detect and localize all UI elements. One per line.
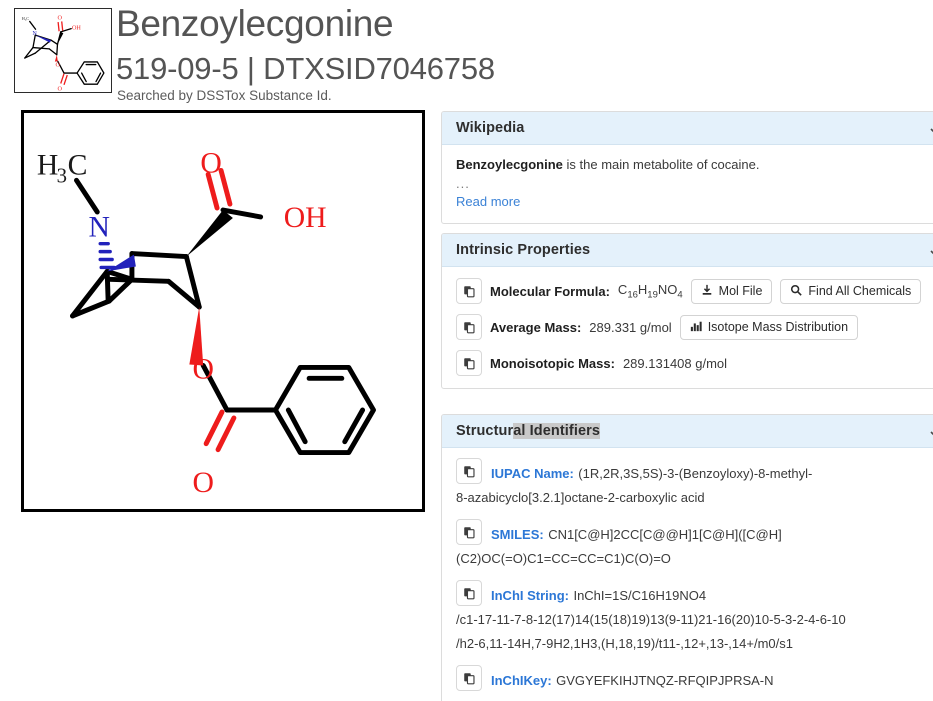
find-all-chemicals-label: Find All Chemicals <box>808 284 912 298</box>
inchi-first-line: InChI String: InChI=1S/C16H19NO4 <box>456 580 933 608</box>
inchi-value-line1: InChI=1S/C16H19NO4 <box>573 588 707 603</box>
copy-icon[interactable] <box>456 665 482 691</box>
structure-thumbnail[interactable]: O OH O O N H₃C <box>14 8 112 93</box>
svg-text:N: N <box>32 30 37 37</box>
property-row-molecular-formula: Molecular Formula: C16H19NO4 Mol File Fi… <box>456 276 933 306</box>
copy-icon[interactable] <box>456 314 482 340</box>
inchi-value-line3: /h2-6,11-14H,7-9H2,1H3,(H,18,19)/t11-,12… <box>456 636 793 651</box>
smiles-value-line1: CN1[C@H]2CC[C@@H]1[C@H]([C@H] <box>548 527 782 542</box>
panel-intrinsic-properties: Intrinsic Properties Molecular Formula: … <box>441 233 933 389</box>
mol-file-button[interactable]: Mol File <box>690 278 773 304</box>
find-all-chemicals-button[interactable]: Find All Chemicals <box>780 278 922 304</box>
label-nitrogen: N <box>89 212 110 244</box>
iupac-first-line: IUPAC Name: (1R,2R,3S,5S)-3-(Benzoyloxy)… <box>456 458 933 486</box>
thumbnail-structure-svg: O OH O O N H₃C <box>22 14 105 93</box>
svg-text:H₃C: H₃C <box>22 16 30 21</box>
label-ester-oxygen: O <box>192 353 213 385</box>
label-methyl-sub: 3 <box>57 164 67 187</box>
inchikey-first-line: InChIKey: GVGYEFKIHJTNQZ-RFQIPJPRSA-N <box>456 665 933 693</box>
value-average-mass: 289.331 g/mol <box>589 319 672 335</box>
iupac-value-line2: 8-azabicyclo[3.2.1]octane-2-carboxylic a… <box>456 490 705 505</box>
label-ketone-oxygen: O <box>192 467 213 499</box>
label-molecular-formula: Molecular Formula: <box>490 283 610 299</box>
bar-chart-icon <box>690 320 702 335</box>
wikipedia-summary-text: is the main metabolite of cocaine. <box>562 157 760 172</box>
chemical-detail-page: O OH O O N H₃C Benzoylecgonine 519-09-5 … <box>0 0 933 701</box>
mol-file-label: Mol File <box>718 284 763 298</box>
copy-icon[interactable] <box>456 580 482 606</box>
search-icon <box>790 284 803 299</box>
inchikey-value: GVGYEFKIHJTNQZ-RFQIPJPRSA-N <box>556 673 774 688</box>
panel-intrinsic-title: Intrinsic Properties <box>456 242 591 258</box>
panel-structural-header[interactable]: Structural Identifiers <box>442 415 933 448</box>
page-identifiers: 519-09-5 | DTXSID7046758 <box>116 51 495 86</box>
inchi-text: InChI String: InChI=1S/C16H19NO4 <box>491 580 706 608</box>
panel-wikipedia-body: Benzoylecgonine is the main metabolite o… <box>442 145 933 223</box>
download-icon <box>701 284 713 299</box>
label-hydroxyl: OH <box>284 202 327 234</box>
structure-image-container[interactable]: O OH O O N H 3 C <box>21 110 425 512</box>
identifier-inchi-string: InChI String: InChI=1S/C16H19NO4 /c1-17-… <box>456 580 933 656</box>
svg-text:O: O <box>56 62 61 69</box>
wikipedia-summary: Benzoylecgonine is the main metabolite o… <box>456 155 933 174</box>
wikipedia-ellipsis: ... <box>456 176 470 191</box>
smiles-value-line2: (C2)OC(=O)C1=CC=CC=C1)C(O)=O <box>456 551 671 566</box>
svg-text:O: O <box>58 14 63 21</box>
inchikey-text: InChIKey: GVGYEFKIHJTNQZ-RFQIPJPRSA-N <box>491 665 774 693</box>
inchi-value-line2: /c1-17-11-7-8-12(17)14(15(18)19)13(9-11)… <box>456 612 846 627</box>
copy-icon[interactable] <box>456 278 482 304</box>
panel-wikipedia: Wikipedia Benzoylecgonine is the main me… <box>441 111 933 224</box>
inchi-key-label: InChI String: <box>491 588 569 603</box>
isotope-mass-distribution-button[interactable]: Isotope Mass Distribution <box>679 314 859 340</box>
panel-structural-identifiers: Structural Identifiers IUPAC Name: (1R,2… <box>441 414 933 701</box>
structure-depiction-svg: O OH O O N H 3 C <box>25 113 421 509</box>
iupac-key: IUPAC Name: <box>491 466 574 481</box>
value-monoisotopic-mass: 289.131408 g/mol <box>622 355 728 371</box>
smiles-first-line: SMILES: CN1[C@H]2CC[C@@H]1[C@H]([C@H] <box>456 519 933 547</box>
inchikey-key-label: InChIKey: <box>491 673 552 688</box>
identifier-inchikey: InChIKey: GVGYEFKIHJTNQZ-RFQIPJPRSA-N <box>456 665 933 693</box>
panel-wikipedia-title: Wikipedia <box>456 120 525 136</box>
panel-structural-title-selected: al Identifiers <box>513 423 601 439</box>
search-note: Searched by DSSTox Substance Id. <box>117 88 332 103</box>
svg-text:OH: OH <box>72 24 81 31</box>
label-average-mass: Average Mass: <box>490 319 582 335</box>
smiles-text: SMILES: CN1[C@H]2CC[C@@H]1[C@H]([C@H] <box>491 519 782 547</box>
identifier-smiles: SMILES: CN1[C@H]2CC[C@@H]1[C@H]([C@H] (C… <box>456 519 933 571</box>
page-header: O OH O O N H₃C Benzoylecgonine 519-09-5 … <box>0 0 933 104</box>
identifier-iupac-name: IUPAC Name: (1R,2R,3S,5S)-3-(Benzoyloxy)… <box>456 458 933 510</box>
label-methyl-carbon: C <box>68 149 88 181</box>
panel-intrinsic-body: Molecular Formula: C16H19NO4 Mol File Fi… <box>442 267 933 388</box>
iupac-value-line1: (1R,2R,3S,5S)-3-(Benzoyloxy)-8-methyl- <box>578 466 813 481</box>
isotope-mass-distribution-label: Isotope Mass Distribution <box>707 320 849 334</box>
wikipedia-read-more-link[interactable]: Read more <box>456 192 520 211</box>
label-methyl: H <box>37 149 58 181</box>
panel-wikipedia-header[interactable]: Wikipedia <box>442 112 933 145</box>
property-row-monoisotopic-mass: Monoisotopic Mass: 289.131408 g/mol <box>456 348 933 378</box>
page-title: Benzoylecgonine <box>116 3 394 44</box>
property-row-average-mass: Average Mass: 289.331 g/mol Isotope Mass… <box>456 312 933 342</box>
value-molecular-formula: C16H19NO4 <box>617 281 683 301</box>
panel-structural-title-plain: Structur <box>456 423 514 439</box>
copy-icon[interactable] <box>456 519 482 545</box>
label-carbonyl-oxygen: O <box>200 147 221 179</box>
iupac-text: IUPAC Name: (1R,2R,3S,5S)-3-(Benzoyloxy)… <box>491 458 812 486</box>
copy-icon[interactable] <box>456 458 482 484</box>
panel-intrinsic-header[interactable]: Intrinsic Properties <box>442 234 933 267</box>
wikipedia-lead-term: Benzoylecgonine <box>456 157 563 172</box>
panel-structural-title: Structural Identifiers <box>456 423 601 439</box>
smiles-key: SMILES: <box>491 527 544 542</box>
copy-icon[interactable] <box>456 350 482 376</box>
svg-text:O: O <box>58 86 63 93</box>
label-monoisotopic-mass: Monoisotopic Mass: <box>490 355 615 371</box>
panel-structural-body: IUPAC Name: (1R,2R,3S,5S)-3-(Benzoyloxy)… <box>442 448 933 701</box>
